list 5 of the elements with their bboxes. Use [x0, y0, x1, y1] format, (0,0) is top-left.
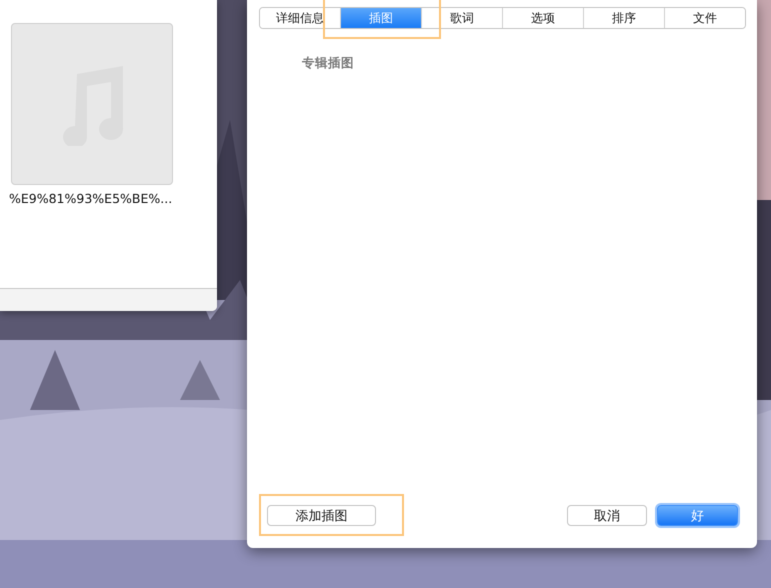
add-artwork-button[interactable]: 添加插图: [267, 505, 376, 526]
section-label: 专辑插图: [302, 55, 355, 72]
file-name: %E9%81%93%E5%BE%...: [9, 191, 174, 206]
tab[interactable]: 文件: [664, 8, 745, 28]
cancel-button[interactable]: 取消: [567, 505, 647, 526]
